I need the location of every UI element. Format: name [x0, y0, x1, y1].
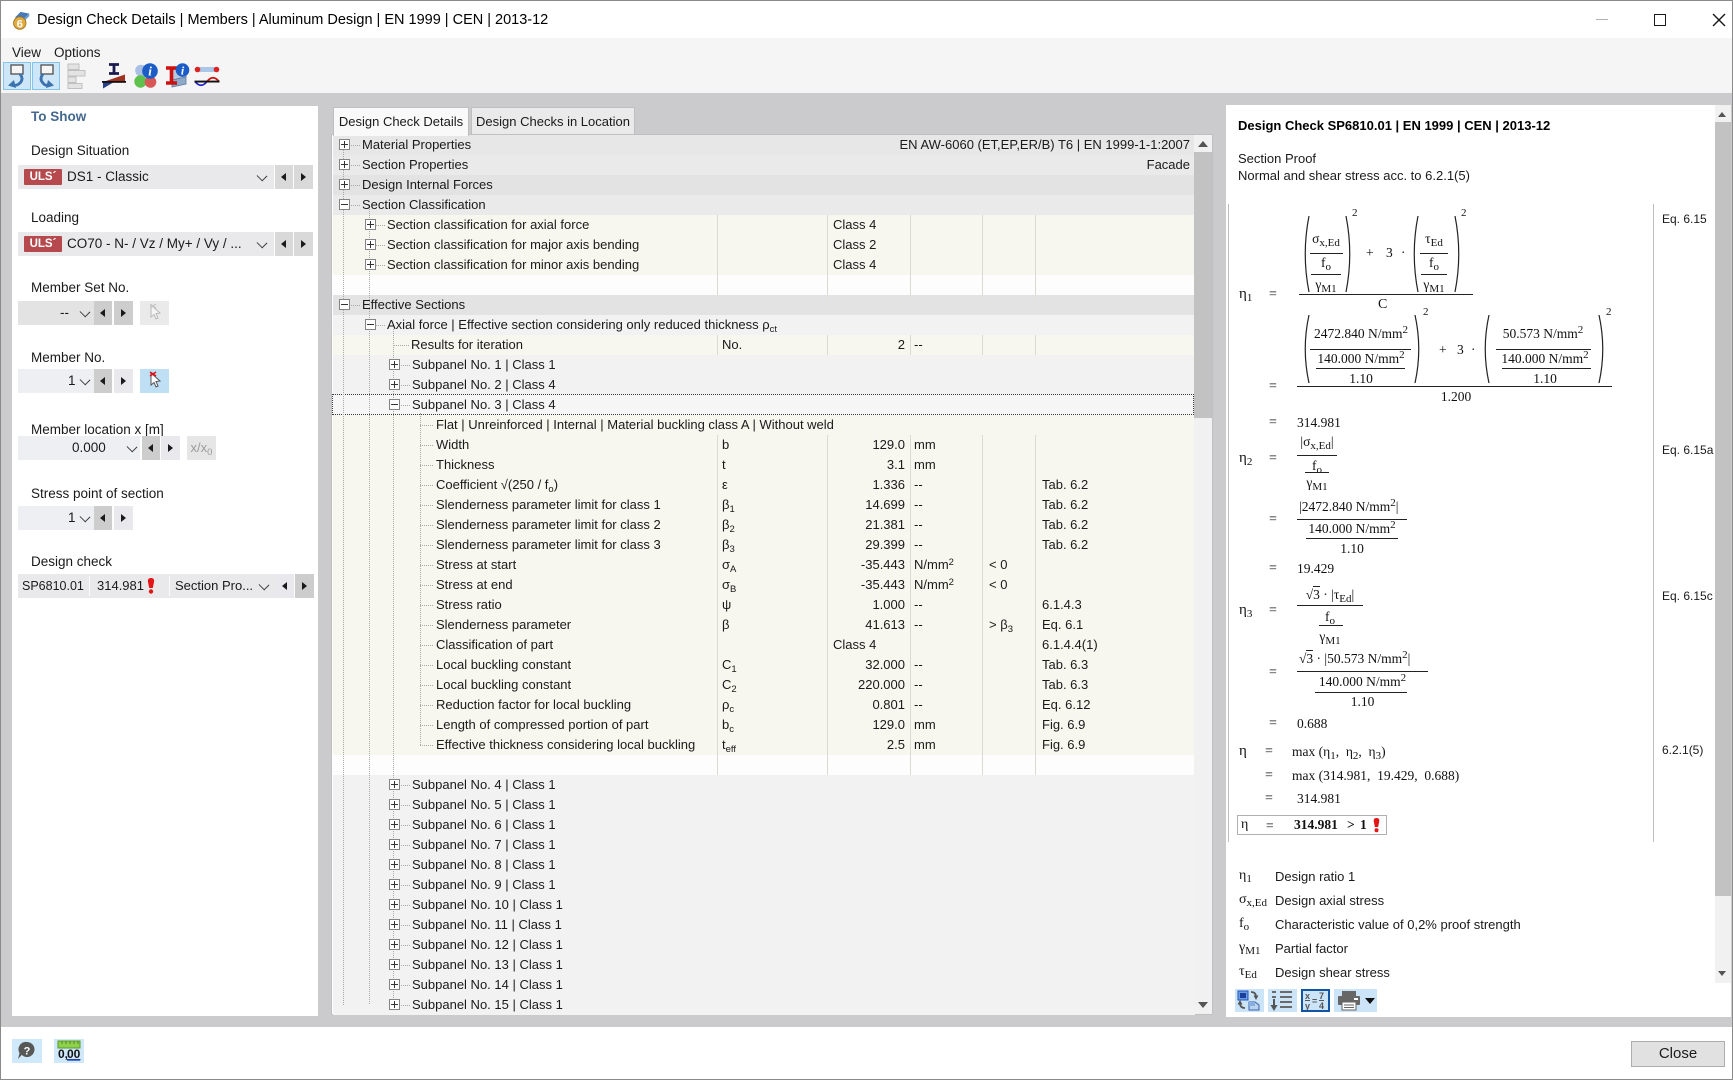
svg-text:x: x [1305, 991, 1310, 1001]
svg-text:4: 4 [1319, 1001, 1324, 1010]
svg-text:6: 6 [17, 18, 23, 30]
svg-text:00: 00 [67, 1047, 81, 1061]
svg-text:=: = [1312, 996, 1317, 1006]
svg-text:y: y [1305, 1001, 1310, 1010]
svg-text:i: i [148, 64, 152, 79]
svg-text:?: ? [24, 1046, 31, 1058]
svg-text:7: 7 [1319, 991, 1324, 1001]
